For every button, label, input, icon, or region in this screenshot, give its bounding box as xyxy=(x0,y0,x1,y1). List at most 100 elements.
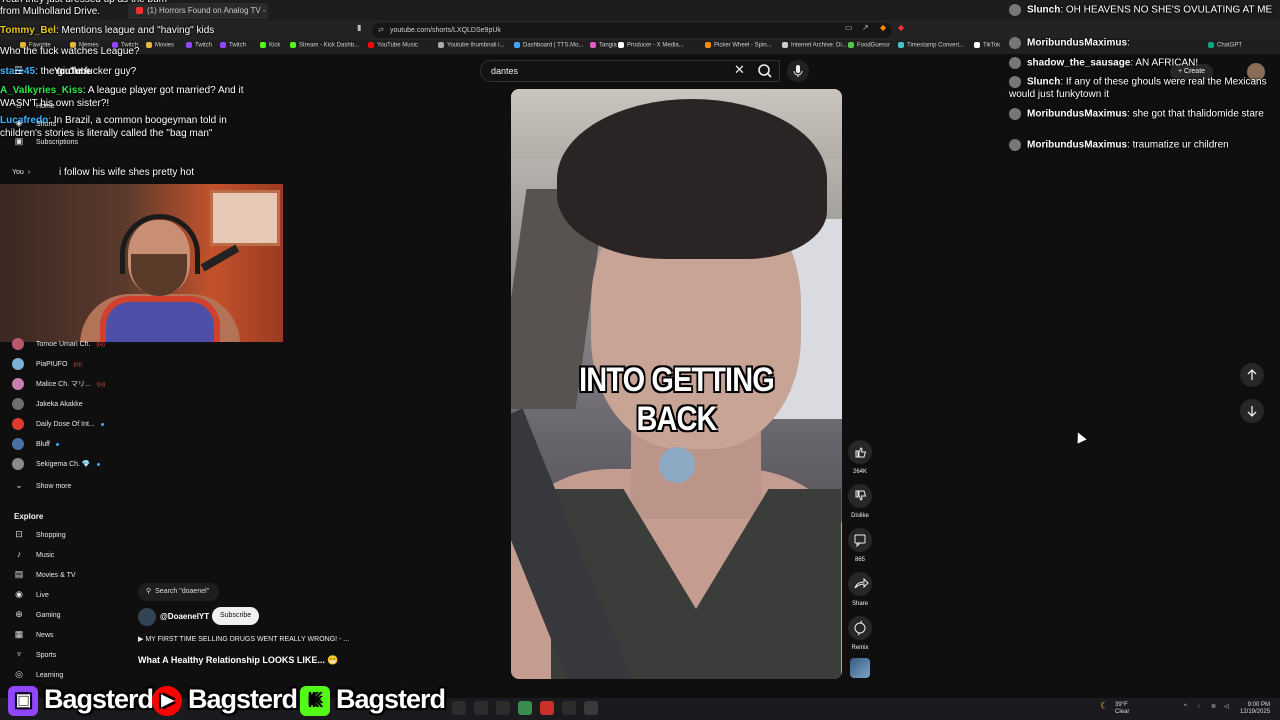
subscribe-button[interactable]: Subscribe xyxy=(212,607,260,625)
search-suggestion-chip[interactable]: ⚲ Search "doaenel" xyxy=(138,583,220,601)
sidebar-channel-item[interactable]: Tomoe Umari Ch. ((•)) xyxy=(12,336,105,354)
browser-tab[interactable]: (1) Horrors Found on Analog TV - Yo xyxy=(128,3,268,19)
bookmark-item[interactable]: Stream - Kick Dashb... xyxy=(290,42,359,49)
bookmark-item[interactable]: YouTube Music xyxy=(368,42,418,49)
channel-name[interactable]: @DoaenelYT xyxy=(160,612,209,621)
sidebar-explore-item[interactable]: ▦ News xyxy=(12,625,54,643)
next-short-button[interactable] xyxy=(1240,399,1264,423)
bookmark-label: TikTok xyxy=(983,42,1001,49)
show-more-label: Show more xyxy=(36,483,72,490)
sidebar-explore-item[interactable]: ♆ Sports xyxy=(12,645,57,663)
sidebar-channel-item[interactable]: Malice Ch. マリ... ((•)) xyxy=(12,376,105,394)
sidebar-item-you[interactable]: You › xyxy=(12,164,30,182)
sidebar-explore-item[interactable]: ▤ Movies & TV xyxy=(12,565,76,583)
bookmark-favicon-icon xyxy=(220,42,226,48)
bookmark-item[interactable]: Dashboard | TTS.Mo... xyxy=(514,42,583,49)
chat-username[interactable]: A_Valkyries_Kiss xyxy=(0,85,83,96)
bookmark-item[interactable]: Twitch xyxy=(220,42,246,49)
bookmark-item[interactable]: Timestamp Convert... xyxy=(898,42,964,49)
sidebar-item-label: Subscriptions xyxy=(36,139,79,146)
bookmark-item[interactable]: Youtube thumbnail i... xyxy=(438,42,505,49)
bookmark-item[interactable]: Tangia xyxy=(590,42,617,49)
dislike-button[interactable]: Dislike xyxy=(845,484,875,519)
previous-short-button[interactable] xyxy=(1240,363,1264,387)
install-app-icon[interactable]: ▭ xyxy=(845,23,853,32)
share-icon[interactable]: ↗ xyxy=(862,23,869,32)
like-button[interactable]: 264K xyxy=(845,440,875,475)
comments-button[interactable]: 865 xyxy=(845,528,875,563)
bookmark-label: Kick xyxy=(269,42,281,49)
youtube-logo[interactable]: YouTube xyxy=(54,66,91,76)
chat-message: MoribundusMaximus: xyxy=(1009,37,1277,50)
chat-avatar-icon xyxy=(1009,108,1021,120)
channel-avatar[interactable] xyxy=(138,608,156,626)
bookmark-item[interactable]: Producer - X Media... xyxy=(618,42,684,49)
chat-text: Mentions league and "having" kids xyxy=(61,25,215,36)
video-title[interactable]: What A Healthy Relationship LOOKS LIKE..… xyxy=(138,655,339,666)
arrow-up-icon xyxy=(1247,369,1257,380)
sidebar-channel-item[interactable]: Bluff xyxy=(12,436,59,454)
weather-widget[interactable]: 39°F Clear xyxy=(1115,702,1129,716)
tray-chevron-up-icon[interactable]: ^ xyxy=(1184,704,1187,711)
music-attribution[interactable]: ▶ MY FIRST TIME SELLING DRUGS WENT REALL… xyxy=(138,635,349,643)
sidebar-channel-item[interactable]: Jakeka Akakke xyxy=(12,396,83,414)
bookmark-star-icon[interactable]: ▮ xyxy=(357,23,361,32)
sidebar-item-shorts[interactable]: ◈ Shorts xyxy=(12,114,57,132)
taskbar-app-pen-icon[interactable] xyxy=(474,701,488,715)
sidebar-explore-item[interactable]: ⊕ Gaming xyxy=(12,605,60,623)
tray-wifi-icon[interactable]: ≋ xyxy=(1211,704,1216,711)
site-info-icon[interactable]: ⇄ xyxy=(378,23,384,38)
chat-username[interactable]: Slunch xyxy=(1027,77,1060,88)
sidebar-explore-item[interactable]: ◎ Learning xyxy=(12,665,63,683)
sidebar-explore-item[interactable]: ⊡ Shopping xyxy=(12,525,65,543)
chat-avatar-icon xyxy=(1009,57,1021,69)
extension-icon[interactable]: ◆ xyxy=(880,23,886,32)
chat-username[interactable]: shadow_the_sausage xyxy=(1027,58,1130,69)
hamburger-menu-icon[interactable]: ☰ xyxy=(14,66,23,77)
share-button[interactable]: Share xyxy=(845,572,875,607)
bookmark-item[interactable]: TikTok xyxy=(974,42,1000,49)
bookmark-item[interactable]: Movies xyxy=(146,42,174,49)
sidebar-explore-item[interactable]: ♪ Music xyxy=(12,545,55,563)
taskbar-app-x-icon[interactable] xyxy=(496,701,510,715)
chat-message: MoribundusMaximus: she got that thalidom… xyxy=(1009,108,1277,121)
chat-username[interactable]: MoribundusMaximus xyxy=(1027,109,1127,120)
chat-username[interactable]: MoribundusMaximus xyxy=(1027,140,1127,151)
chat-username[interactable]: Tommy_Bel xyxy=(0,25,56,36)
video-caption: INTO GETTING BACK xyxy=(579,361,775,438)
show-more-button[interactable]: ⌄ Show more xyxy=(12,476,71,494)
chat-text: i follow his wife shes pretty hot xyxy=(59,167,195,178)
remix-button[interactable]: Remix xyxy=(845,616,875,651)
taskbar-app-m-icon[interactable] xyxy=(452,701,466,715)
live-indicator-icon: ((•)) xyxy=(96,382,106,388)
taskbar-app-notes-icon[interactable] xyxy=(584,701,598,715)
taskbar-app-terminal-icon[interactable] xyxy=(562,701,576,715)
bookmark-item[interactable]: Kick xyxy=(260,42,280,49)
sound-thumbnail[interactable] xyxy=(850,658,870,678)
address-bar[interactable]: ⇄ youtube.com/shorts/LXQLDSe9pUk xyxy=(372,23,892,38)
sidebar-item-subscriptions[interactable]: ▣ Subscriptions xyxy=(12,132,78,150)
chat-username[interactable]: Slunch xyxy=(1027,5,1060,16)
sidebar-item-home[interactable]: ⌂ Home xyxy=(12,96,54,114)
sidebar-explore-item[interactable]: ◉ Live xyxy=(12,585,49,603)
bookmark-item[interactable]: FoodGuessr xyxy=(848,42,890,49)
bookmark-item[interactable]: Twitch xyxy=(186,42,212,49)
clock[interactable]: 9:00 PM 12/19/2025 xyxy=(1240,702,1270,716)
sidebar-channel-item[interactable]: Sekigema Ch. 💎 xyxy=(12,456,100,474)
chat-text: traumatize ur children xyxy=(1132,139,1229,151)
bookmark-item[interactable]: Picker Wheel - Spin... xyxy=(705,42,772,49)
short-video-player[interactable]: INTO GETTING BACK xyxy=(511,89,842,679)
tray-network-icon[interactable]: ◌ xyxy=(1197,704,1201,711)
tray-volume-icon[interactable]: ◁ xyxy=(1224,704,1229,711)
taskbar-app-chat-icon[interactable] xyxy=(518,701,532,715)
search-button[interactable] xyxy=(752,60,780,82)
chat-username[interactable]: MoribundusMaximus xyxy=(1027,38,1127,49)
sidebar-channel-item[interactable]: Daily Dose Of Int... xyxy=(12,416,104,434)
bookmark-item[interactable]: Internet Archive: Di... xyxy=(782,42,847,49)
sidebar-channel-item[interactable]: PiaPIUFO ((•)) xyxy=(12,356,82,374)
search-value: dantes xyxy=(491,66,519,76)
voice-search-button[interactable] xyxy=(787,60,809,82)
extension-2-icon[interactable]: ◆ xyxy=(898,23,904,32)
clear-search-icon[interactable]: ✕ xyxy=(734,62,745,78)
taskbar-app-obs-icon[interactable] xyxy=(540,701,554,715)
